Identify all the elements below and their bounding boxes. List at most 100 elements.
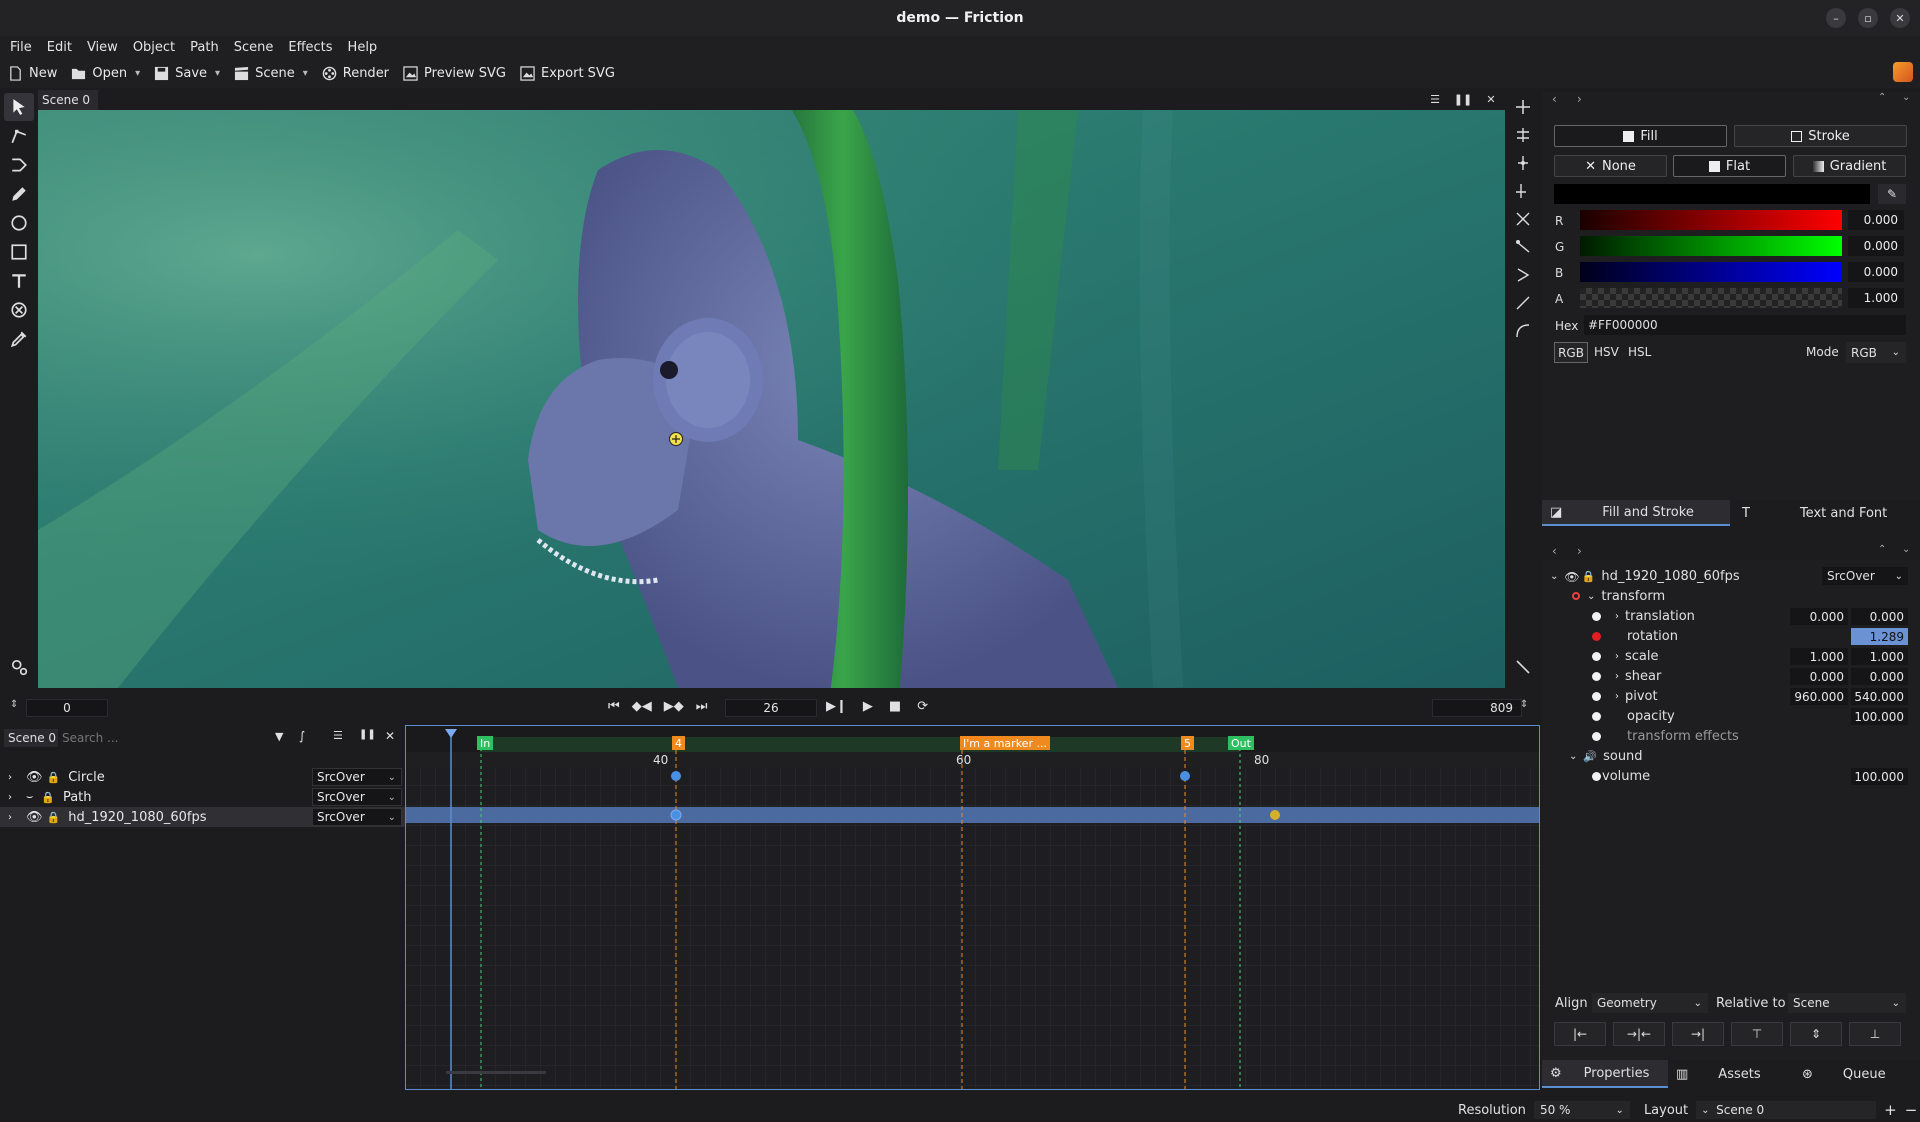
minimize-button[interactable]: – (1826, 8, 1846, 28)
jump-start-icon[interactable]: ⏮ (608, 699, 620, 714)
scene-canvas[interactable] (38, 110, 1505, 688)
eye-closed-icon[interactable]: ⌣ (26, 790, 33, 804)
marker-4[interactable]: 4 (672, 736, 685, 750)
end-frame-spin-icon[interactable]: ⇕ (1520, 699, 1528, 710)
chevron-down-icon[interactable]: ⌄ (1569, 751, 1577, 762)
paint-flat-button[interactable]: Flat (1673, 155, 1786, 177)
scale-x-field[interactable]: 1.000 (1790, 648, 1848, 665)
mode-hsl-button[interactable]: HSL (1628, 345, 1651, 359)
align-top-button[interactable]: ⊤ (1731, 1022, 1783, 1046)
new-button[interactable]: New (8, 66, 57, 81)
layout-select[interactable]: ⌄ Scene 0 (1696, 1101, 1877, 1119)
end-frame-field[interactable]: 809 (1432, 699, 1522, 717)
alpha-slider[interactable] (1580, 288, 1842, 308)
scene-button[interactable]: Scene ▾ (234, 66, 308, 81)
chevron-down-icon[interactable]: ⌄ (1587, 591, 1595, 602)
loop-icon[interactable]: ⟳ (917, 699, 928, 714)
tab-assets[interactable]: ▥ Assets (1668, 1060, 1794, 1088)
property-sound-row[interactable]: ⌄ 🔊 sound (1545, 747, 1915, 766)
paint-none-button[interactable]: ✕ None (1554, 155, 1667, 177)
canvas-pause-button[interactable]: ❚❚ (1453, 90, 1473, 108)
eye-icon[interactable]: 👁 (1564, 570, 1579, 584)
timeline-pause-icon[interactable]: ❚❚ (359, 729, 376, 740)
menu-edit[interactable]: Edit (47, 40, 72, 55)
align-bottom-button[interactable]: ⊥ (1849, 1022, 1901, 1046)
red-slider[interactable] (1580, 210, 1842, 230)
menu-scene[interactable]: Scene (234, 40, 274, 55)
panel-collapse-icon[interactable]: ⌃ (1878, 92, 1886, 103)
color-picker-tool[interactable] (4, 325, 34, 353)
scene-tab[interactable]: Scene 0 (38, 90, 98, 110)
add-point-tool[interactable] (4, 151, 34, 179)
filter-icon[interactable]: ▼ (275, 730, 283, 743)
alpha-value-field[interactable]: 1.000 (1848, 288, 1904, 308)
null-object-tool[interactable] (4, 296, 34, 324)
green-value-field[interactable]: 0.000 (1848, 236, 1904, 256)
marker-5[interactable]: 5 (1181, 736, 1194, 750)
remove-layout-icon[interactable]: − (1905, 1101, 1918, 1119)
panel-expand-icon[interactable]: ⌄ (1902, 92, 1910, 103)
chevron-right-icon[interactable]: › (1615, 671, 1619, 682)
play-icon[interactable]: ▶ (863, 699, 873, 714)
keyframe[interactable] (670, 809, 682, 821)
hex-input[interactable]: #FF000000 (1584, 315, 1906, 335)
tab-fill-and-stroke[interactable]: ◪ Fill and Stroke (1542, 500, 1730, 526)
menu-view[interactable]: View (87, 40, 118, 55)
panel-forward-icon[interactable]: › (1577, 92, 1582, 106)
align-hcenter-button[interactable]: →|← (1613, 1022, 1665, 1046)
current-frame-field[interactable]: 26 (725, 699, 817, 717)
tab-text-and-font[interactable]: T Text and Font (1730, 500, 1920, 526)
select-tool[interactable] (4, 93, 34, 121)
mode-hsv-button[interactable]: HSV (1594, 345, 1619, 359)
play-from-start-icon[interactable]: ▶❙ (826, 699, 847, 714)
panel-back-icon[interactable]: ‹ (1552, 544, 1557, 558)
line-segment-tool[interactable] (1510, 290, 1536, 316)
canvas-close-button[interactable]: ✕ (1481, 90, 1501, 108)
property-transform-effects-row[interactable]: transform effects (1545, 727, 1915, 746)
keyframe[interactable] (671, 771, 681, 781)
lock-icon[interactable]: 🔒 (41, 791, 55, 804)
graph-curve-icon[interactable]: ∫ (299, 729, 305, 743)
expand-chevron-icon[interactable]: › (8, 812, 20, 823)
connect-nodes-tool[interactable] (1510, 234, 1536, 260)
align-right-button[interactable]: →| (1672, 1022, 1724, 1046)
red-value-field[interactable]: 0.000 (1848, 210, 1904, 230)
panel-back-icon[interactable]: ‹ (1552, 92, 1557, 106)
segment-tool[interactable] (1510, 206, 1536, 232)
node-corner-tool[interactable] (1510, 262, 1536, 288)
property-blend-select[interactable]: SrcOver ⌄ (1822, 567, 1908, 585)
keyframe[interactable] (1180, 771, 1190, 781)
timeline-scene-label[interactable]: Scene 0 (4, 729, 58, 747)
expand-chevron-icon[interactable]: › (8, 772, 20, 783)
timeline-search-input[interactable] (62, 729, 272, 747)
rectangle-tool[interactable] (4, 238, 34, 266)
panel-expand-icon[interactable]: ⌄ (1902, 544, 1910, 555)
expand-chevron-icon[interactable]: › (8, 792, 20, 803)
stop-icon[interactable]: ■ (889, 699, 901, 714)
open-button[interactable]: Open ▾ (71, 66, 140, 81)
preview-svg-button[interactable]: Preview SVG (403, 66, 506, 81)
snap-nodes-tool[interactable] (1510, 150, 1536, 176)
tab-properties[interactable]: ⚙ Properties (1542, 1060, 1668, 1088)
layer-row-circle[interactable]: › 👁 🔒 Circle SrcOver ⌄ (0, 767, 405, 787)
menu-object[interactable]: Object (133, 40, 175, 55)
blend-mode-select[interactable]: SrcOver ⌄ (312, 768, 402, 786)
blue-value-field[interactable]: 0.000 (1848, 262, 1904, 282)
text-tool[interactable] (4, 267, 34, 295)
pivot-tool[interactable] (4, 653, 34, 681)
translation-y-field[interactable]: 0.000 (1851, 608, 1908, 625)
menu-help[interactable]: Help (348, 40, 378, 55)
eye-icon[interactable]: 👁 (26, 810, 43, 825)
blend-mode-select[interactable]: SrcOver ⌄ (312, 788, 402, 806)
start-frame-field[interactable]: 0 (26, 699, 108, 717)
translation-x-field[interactable]: 0.000 (1790, 608, 1848, 625)
paint-gradient-button[interactable]: Gradient (1793, 155, 1906, 177)
property-transform-row[interactable]: ⌄ transform (1545, 587, 1915, 606)
tab-queue[interactable]: ⊛ Queue (1794, 1060, 1920, 1088)
add-layout-icon[interactable]: + (1884, 1101, 1897, 1119)
layer-row-video[interactable]: › 👁 🔒 hd_1920_1080_60fps SrcOver ⌄ (0, 807, 405, 827)
shear-x-field[interactable]: 0.000 (1790, 668, 1848, 685)
mode-select[interactable]: RGB ⌄ (1846, 342, 1906, 363)
save-button[interactable]: Save ▾ (154, 66, 220, 81)
next-keyframe-icon[interactable]: ▶◆ (664, 699, 684, 714)
